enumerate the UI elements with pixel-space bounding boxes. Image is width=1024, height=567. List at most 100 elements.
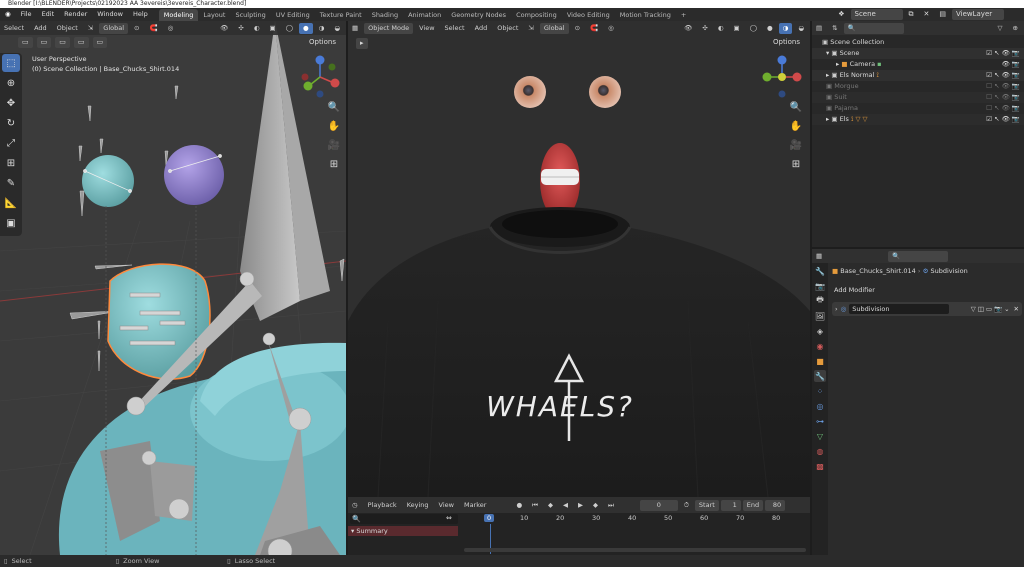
transform-tool-icon[interactable]: ⊞ — [2, 154, 20, 172]
new-collection-icon[interactable]: ⊕ — [1009, 23, 1022, 34]
camera-view-icon[interactable]: 🎥 — [326, 137, 342, 153]
select-invert-icon[interactable]: ▭ — [73, 37, 89, 48]
tab-motion-tracking[interactable]: Motion Tracking — [615, 9, 676, 21]
right-select-box-icon[interactable]: ▸ — [356, 38, 368, 49]
right-orientation-icon[interactable]: ⇲ — [524, 23, 537, 34]
viewport-toggle-icon[interactable]: ▭ — [986, 305, 992, 313]
scene-icon[interactable]: ❖ — [834, 9, 848, 20]
outliner-row[interactable]: ▸ ▣ Els Normal ⟟ ☑ ↖ 👁 📷 — [812, 70, 1024, 81]
menu-keying[interactable]: Keying — [403, 500, 433, 511]
outliner-row[interactable]: ▣ Morgue ☐ ↖ 👁 📷 — [812, 81, 1024, 92]
outliner-search-input[interactable]: 🔍 — [843, 22, 904, 34]
tab-sculpting[interactable]: Sculpting — [230, 9, 270, 21]
select-subtract-icon[interactable]: ▭ — [55, 37, 70, 48]
object-tab-icon[interactable]: ■ — [814, 355, 826, 367]
object-mode-dropdown[interactable]: Object Mode — [364, 22, 414, 34]
menu-edit[interactable]: Edit — [37, 8, 60, 21]
transform-orientation-icon[interactable]: ⇲ — [84, 23, 97, 34]
pan-hand-icon[interactable]: ✋ — [326, 118, 342, 134]
outliner-row[interactable]: ▣ Suit ☐ ↖ 👁 📷 — [812, 92, 1024, 103]
next-key-icon[interactable]: ◆ — [589, 500, 602, 511]
menu-view[interactable]: View — [435, 500, 458, 511]
outliner-editor-icon[interactable]: ▤ — [812, 23, 826, 34]
material-tab-icon[interactable]: ◍ — [814, 445, 826, 457]
selected-head-mesh[interactable] — [107, 263, 211, 380]
left-navigation-gizmo[interactable] — [298, 55, 342, 99]
select-box-tool-icon[interactable]: ⬚ — [2, 54, 20, 72]
swap-icon[interactable]: ⇔ — [446, 514, 452, 522]
modifier-expand-icon[interactable]: › — [835, 305, 838, 313]
right-navigation-gizmo[interactable] — [760, 55, 804, 99]
remove-modifier-icon[interactable]: ✕ — [1014, 305, 1019, 313]
right-shading-solid-icon[interactable]: ● — [763, 23, 777, 34]
record-icon[interactable]: ● — [512, 500, 526, 511]
annotate-tool-icon[interactable]: ✎ — [2, 174, 20, 192]
particles-tab-icon[interactable]: ⁘ — [814, 385, 826, 397]
menu-playback[interactable]: Playback — [364, 500, 401, 511]
expand-arrow-icon[interactable]: ▸ — [826, 71, 829, 79]
row-visibility-icons[interactable]: ☐ ↖ 👁 📷 — [986, 103, 1020, 114]
scene-selector[interactable]: Scene — [850, 9, 903, 20]
ortho-grid-icon[interactable]: ⊞ — [326, 156, 342, 172]
select-new-icon[interactable]: ▭ — [18, 37, 33, 48]
tab-geometry-nodes[interactable]: Geometry Nodes — [446, 9, 511, 21]
cage-toggle-icon[interactable]: ◫ — [978, 305, 984, 313]
properties-search-input[interactable]: 🔍 — [888, 250, 949, 262]
measure-tool-icon[interactable]: 📐 — [2, 194, 20, 212]
modifier-menu-icon[interactable]: ⌄ — [1004, 305, 1009, 313]
row-visibility-icons[interactable]: ☑ ↖ 👁 📷 — [986, 114, 1020, 125]
physics-tab-icon[interactable]: ◎ — [814, 400, 826, 412]
shading-wire-icon[interactable]: ◯ — [282, 23, 297, 34]
modifier-tab-icon[interactable]: 🔧 — [814, 370, 826, 382]
tab-compositing[interactable]: Compositing — [511, 9, 562, 21]
expand-arrow-icon[interactable]: ▸ — [826, 115, 829, 123]
right-visibility-icon[interactable]: 👁 — [680, 23, 696, 34]
shading-rendered-icon[interactable]: ◒ — [330, 23, 344, 34]
right-overlay-icon[interactable]: ◐ — [714, 23, 728, 34]
texture-tab-icon[interactable]: ▩ — [814, 460, 826, 472]
pivot-icon[interactable]: ⊙ — [130, 23, 143, 34]
left-menu-select[interactable]: Select — [0, 23, 28, 34]
tool-tab-icon[interactable]: 🔧 — [814, 265, 826, 277]
add-modifier-button[interactable]: Add Modifier — [832, 284, 1020, 296]
blender-logo-icon[interactable]: ◉ — [0, 8, 16, 21]
rotate-tool-icon[interactable]: ↻ — [2, 114, 20, 132]
right-shading-rendered-icon[interactable]: ◒ — [794, 23, 808, 34]
start-frame-field[interactable]: 1 — [720, 499, 741, 511]
right-3d-viewport[interactable]: WHAELS? ▦ Object Mode View Select Add Ob… — [348, 21, 810, 497]
prev-key-icon[interactable]: ◆ — [544, 500, 557, 511]
scale-tool-icon[interactable]: ⤢ — [2, 134, 20, 152]
right-zoom-icon[interactable]: 🔍 — [788, 99, 804, 115]
row-visibility-icons[interactable]: ☑ ↖ 👁 📷 — [986, 70, 1020, 81]
menu-help[interactable]: Help — [128, 8, 153, 21]
data-tab-icon[interactable]: ▽ — [814, 430, 826, 442]
end-frame-field[interactable]: 80 — [765, 499, 786, 511]
tab-animation[interactable]: Animation — [403, 9, 446, 21]
editor-type-icon[interactable]: ▦ — [348, 23, 362, 34]
world-tab-icon[interactable]: ◉ — [814, 340, 826, 352]
summary-channel[interactable]: ▾ Summary — [348, 526, 458, 536]
select-intersect-icon[interactable]: ▭ — [92, 37, 108, 48]
outliner-filter-icon[interactable]: ▽ — [994, 23, 1007, 34]
timeline-ruler[interactable]: 0 10 20 30 40 50 60 70 80 — [462, 514, 807, 524]
render-tab-icon[interactable]: 📷 — [814, 280, 826, 292]
properties-editor-icon[interactable]: ▦ — [812, 251, 826, 262]
stopwatch-icon[interactable]: ⏱ — [680, 500, 693, 511]
right-menu-add[interactable]: Add — [471, 23, 492, 34]
tab-video-editing[interactable]: Video Editing — [562, 9, 615, 21]
right-menu-view[interactable]: View — [415, 23, 438, 34]
jump-end-icon[interactable]: ⏭ — [604, 500, 618, 511]
right-menu-select[interactable]: Select — [441, 23, 469, 34]
play-icon[interactable]: ▶ — [574, 500, 587, 511]
left-menu-object[interactable]: Object — [53, 23, 82, 34]
output-tab-icon[interactable]: 🖶 — [814, 295, 826, 307]
outliner-row[interactable]: ▣ Pajama ☐ ↖ 👁 📷 — [812, 103, 1024, 114]
row-visibility-icons[interactable]: ☑ ↖ 👁 📷 — [986, 48, 1020, 59]
zoom-icon[interactable]: 🔍 — [326, 99, 342, 115]
left-orientation-dropdown[interactable]: Global — [99, 22, 129, 34]
row-visibility-icons[interactable]: ☐ ↖ 👁 📷 — [986, 92, 1020, 103]
row-visibility-icons[interactable]: ☐ ↖ 👁 📷 — [986, 81, 1020, 92]
move-tool-icon[interactable]: ✥ — [2, 94, 20, 112]
menu-render[interactable]: Render — [59, 8, 92, 21]
right-options-button[interactable]: Options — [769, 37, 804, 48]
